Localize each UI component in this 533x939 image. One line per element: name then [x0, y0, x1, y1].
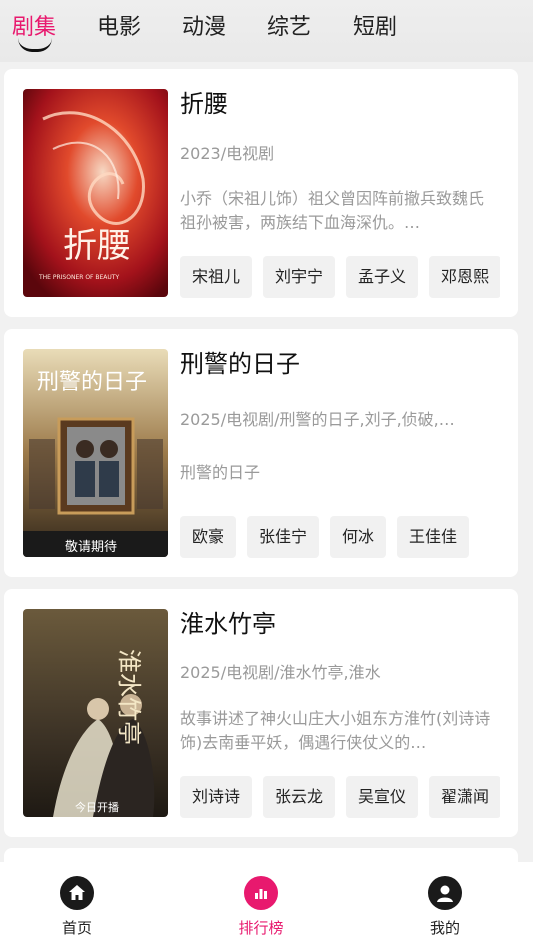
- cast-tag-list: 宋祖儿 刘宇宁 孟子义 邓恩熙: [180, 256, 500, 298]
- category-tab-bar: 剧集 电影 动漫 综艺 短剧: [0, 0, 533, 62]
- poster-title-text: 折腰: [63, 226, 131, 266]
- ranking-chart-icon: [244, 876, 278, 910]
- cast-tag[interactable]: 刘诗诗: [180, 776, 253, 818]
- poster-image: 折腰 THE PRISONER OF BEAUTY: [23, 89, 168, 297]
- cast-tag[interactable]: 刘宇宁: [263, 256, 336, 298]
- nav-label: 排行榜: [238, 919, 284, 937]
- drama-description: 刑警的日子: [180, 463, 261, 482]
- cast-tag[interactable]: 王佳佳: [397, 516, 470, 558]
- home-icon: [60, 876, 94, 910]
- drama-card[interactable]: 折腰 THE PRISONER OF BEAUTY 折腰 2023/电视剧 小乔…: [4, 69, 518, 317]
- poster-image: 刑警的日子 敬请期待: [23, 349, 168, 557]
- tab-movie[interactable]: 电影: [97, 14, 141, 42]
- user-profile-icon: [428, 876, 462, 910]
- tab-short-drama[interactable]: 短剧: [353, 14, 397, 42]
- drama-meta: 2023/电视剧: [180, 144, 275, 163]
- nav-label: 首页: [61, 919, 92, 937]
- cast-tag[interactable]: 翟潇闻: [429, 776, 500, 818]
- tab-variety[interactable]: 综艺: [267, 14, 311, 42]
- poster-title-text: 刑警的日子: [37, 370, 147, 395]
- poster-title-text: 淮水竹亭: [115, 649, 143, 745]
- cast-tag[interactable]: 孟子义: [346, 256, 419, 298]
- poster-subtitle-text: 今日开播: [75, 800, 119, 814]
- cast-tag[interactable]: 何冰: [330, 516, 387, 558]
- drama-title: 淮水竹亭: [180, 610, 276, 638]
- poster-subtitle-text: 敬请期待: [65, 539, 117, 555]
- drama-meta: 2025/电视剧/刑警的日子,刘子,侦破,…: [180, 410, 455, 429]
- cast-tag[interactable]: 欧豪: [180, 516, 237, 558]
- tab-anime[interactable]: 动漫: [182, 14, 226, 42]
- nav-profile[interactable]: 我的: [410, 876, 480, 938]
- nav-home[interactable]: 首页: [42, 876, 112, 938]
- drama-description: 小乔（宋祖儿饰）祖父曾因阵前撤兵致魏氏祖孙被害，两族结下血海深仇。…: [180, 189, 485, 232]
- cast-tag[interactable]: 宋祖儿: [180, 256, 253, 298]
- cast-tag[interactable]: 张云龙: [263, 776, 336, 818]
- bottom-navigation: 首页 排行榜 我的: [0, 862, 533, 939]
- poster-subtitle-text: THE PRISONER OF BEAUTY: [38, 274, 119, 281]
- cast-tag[interactable]: 邓恩熙: [429, 256, 500, 298]
- nav-ranking[interactable]: 排行榜: [226, 876, 296, 938]
- cast-tag[interactable]: 吴宣仪: [346, 776, 419, 818]
- drama-card[interactable]: 淮水竹亭 今日开播 淮水竹亭 2025/电视剧/淮水竹亭,淮水 故事讲述了神火山…: [4, 589, 518, 837]
- drama-title: 折腰: [180, 90, 228, 118]
- nav-label: 我的: [429, 919, 460, 937]
- drama-card[interactable]: 刑警的日子 敬请期待 刑警的日子 2025/电视剧/刑警的日子,刘子,侦破,… …: [4, 329, 518, 577]
- drama-meta: 2025/电视剧/淮水竹亭,淮水: [180, 663, 381, 682]
- drama-title: 刑警的日子: [180, 350, 300, 378]
- cast-tag-list: 欧豪 张佳宁 何冰 王佳佳: [180, 516, 500, 558]
- cast-tag[interactable]: 张佳宁: [247, 516, 320, 558]
- drama-description: 故事讲述了神火山庄大小姐东方淮竹(刘诗诗 饰)去南垂平妖，偶遇行侠仗义的…: [180, 709, 491, 752]
- poster-image: 淮水竹亭 今日开播: [23, 609, 168, 817]
- active-tab-indicator: [18, 38, 52, 52]
- cast-tag-list: 刘诗诗 张云龙 吴宣仪 翟潇闻: [180, 776, 500, 818]
